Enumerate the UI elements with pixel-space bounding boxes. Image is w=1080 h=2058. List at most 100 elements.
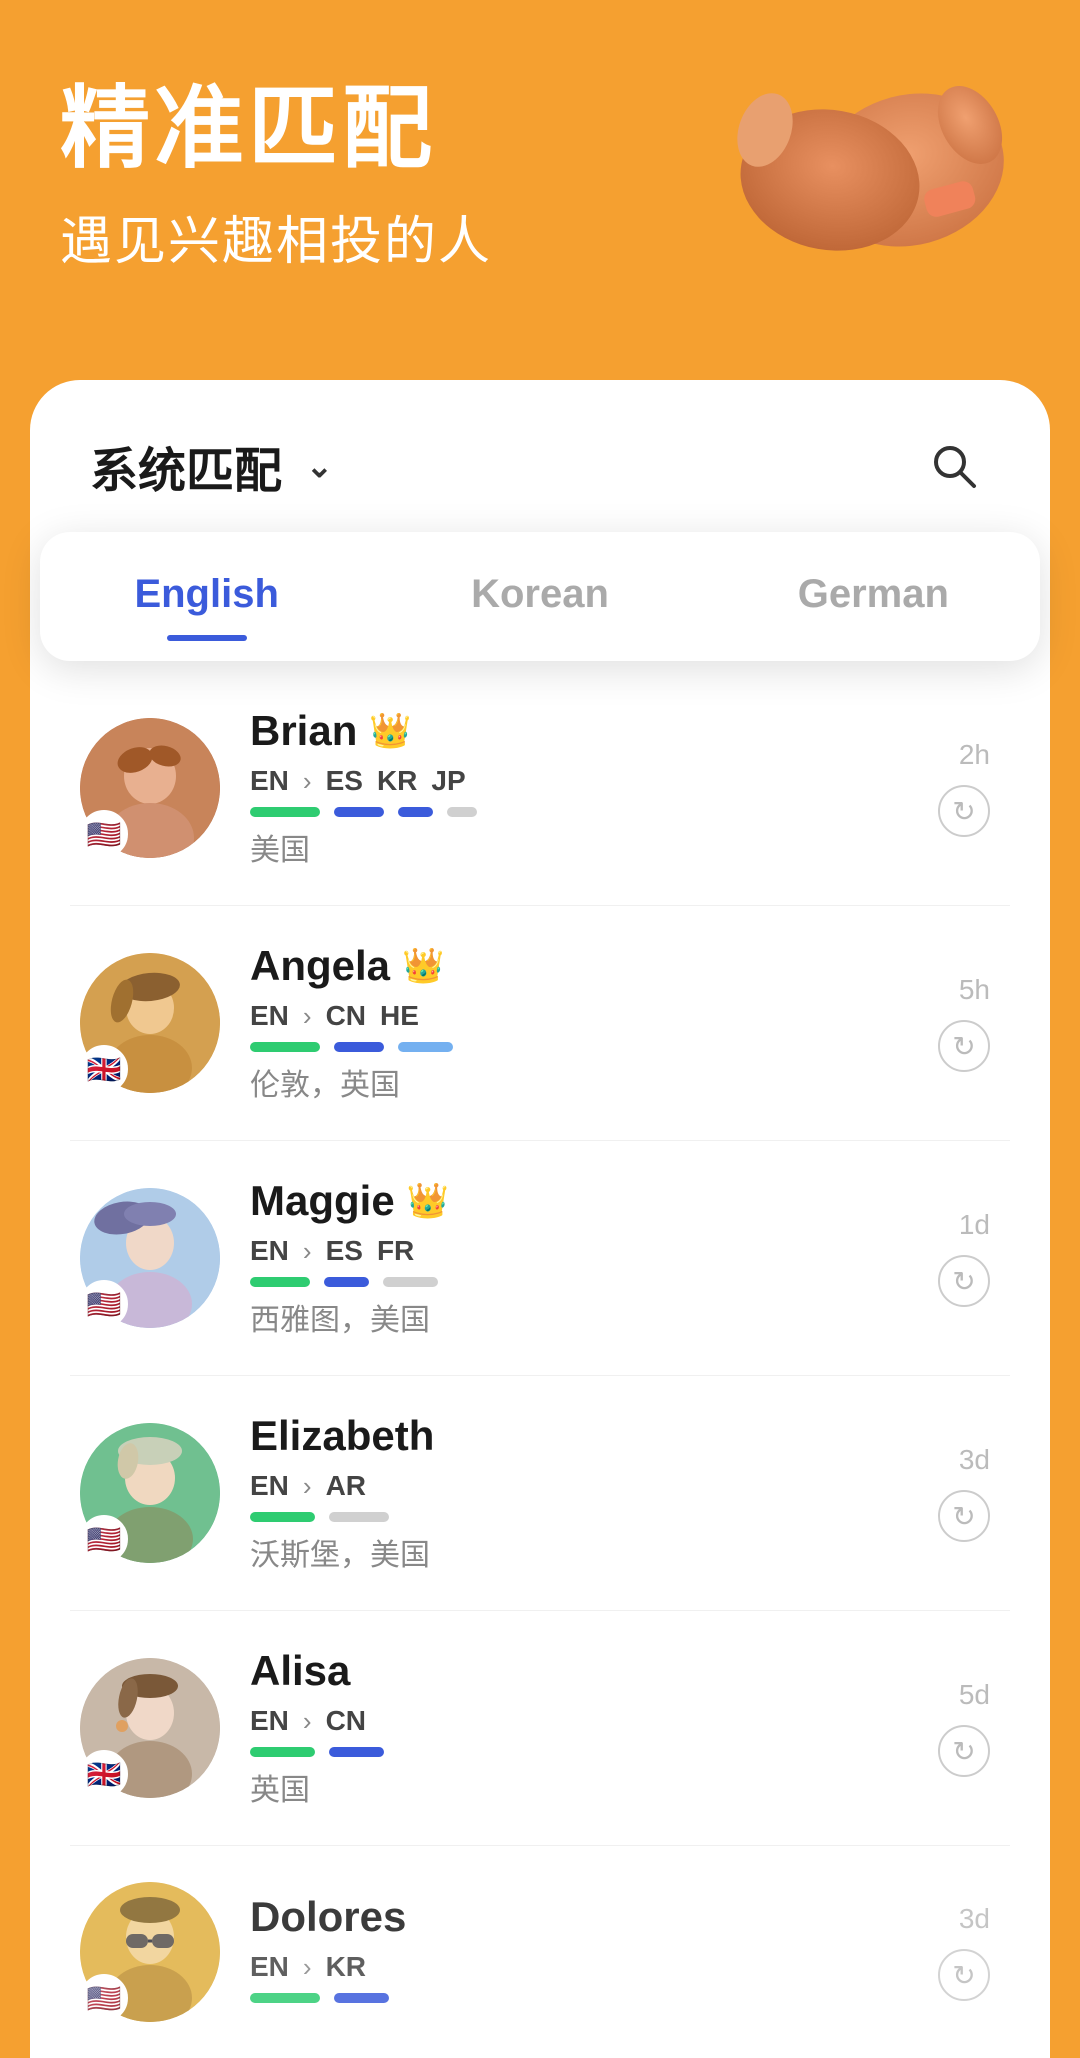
right-col: 3d ↻	[900, 1903, 990, 2001]
time-label: 5h	[959, 974, 990, 1006]
prog-bar-kr	[334, 1993, 389, 2003]
user-name: Angela	[250, 942, 390, 990]
user-info: Angela 👑 EN › CN HE 伦敦，英国	[250, 942, 870, 1104]
user-name: Alisa	[250, 1647, 350, 1695]
user-location: 沃斯堡，美国	[250, 1530, 870, 1574]
user-name-row: Angela 👑	[250, 942, 870, 990]
flag-badge: 🇺🇸	[80, 1280, 128, 1328]
prog-bar-en	[250, 807, 320, 817]
prog-bar-en	[250, 1512, 315, 1522]
user-location: 英国	[250, 1765, 870, 1809]
refresh-icon[interactable]: ↻	[938, 785, 990, 837]
crown-icon: 👑	[407, 1181, 449, 1221]
prog-bar-fr	[383, 1277, 438, 1287]
user-info: Dolores EN › KR	[250, 1893, 870, 2011]
tab-korean[interactable]: Korean	[373, 562, 706, 641]
prog-bar-en	[250, 1993, 320, 2003]
user-name: Maggie	[250, 1177, 395, 1225]
user-location: 伦敦，英国	[250, 1060, 870, 1104]
list-item[interactable]: 🇺🇸 Maggie 👑 EN › ES FR 西雅图，美	[70, 1141, 1010, 1376]
user-name-row: Maggie 👑	[250, 1177, 870, 1225]
flag-badge: 🇺🇸	[80, 1974, 128, 2022]
flag-badge: 🇬🇧	[80, 1750, 128, 1798]
lang-cn: CN	[326, 1000, 366, 1032]
refresh-icon[interactable]: ↻	[938, 1020, 990, 1072]
progress-bars	[250, 1747, 870, 1757]
user-name-row: Dolores	[250, 1893, 870, 1941]
lang-en: EN	[250, 1470, 289, 1502]
arrow-right-icon: ›	[303, 1236, 312, 1267]
time-label: 1d	[959, 1209, 990, 1241]
lang-row: EN › CN	[250, 1705, 870, 1737]
chevron-down-icon[interactable]: ⌄	[306, 447, 333, 485]
list-item[interactable]: 🇬🇧 Alisa EN › CN 英国 5d ↻	[70, 1611, 1010, 1846]
refresh-icon[interactable]: ↻	[938, 1949, 990, 2001]
lang-es: ES	[326, 765, 363, 797]
lang-row: EN › ES FR	[250, 1235, 870, 1267]
user-location: 美国	[250, 825, 870, 869]
lang-en: EN	[250, 1951, 289, 1983]
refresh-icon[interactable]: ↻	[938, 1490, 990, 1542]
lang-jp: JP	[431, 765, 465, 797]
right-col: 1d ↻	[900, 1209, 990, 1307]
search-bar-row: 系统匹配 ⌄	[30, 380, 1050, 532]
time-label: 3d	[959, 1903, 990, 1935]
right-col: 2h ↻	[900, 739, 990, 837]
list-item[interactable]: 🇺🇸 Brian 👑 EN › ES KR JP	[70, 671, 1010, 906]
prog-bar-cn	[329, 1747, 384, 1757]
lang-en: EN	[250, 765, 289, 797]
prog-bar-ar	[329, 1512, 389, 1522]
lang-fr: FR	[377, 1235, 414, 1267]
lang-ar: AR	[326, 1470, 366, 1502]
avatar: 🇬🇧	[80, 953, 220, 1093]
tab-german[interactable]: German	[707, 562, 1040, 641]
prog-bar-en	[250, 1042, 320, 1052]
prog-bar-cn	[334, 1042, 384, 1052]
lang-en: EN	[250, 1000, 289, 1032]
tab-english[interactable]: English	[40, 562, 373, 641]
search-bar-label[interactable]: 系统匹配 ⌄	[90, 431, 333, 501]
refresh-icon[interactable]: ↻	[938, 1255, 990, 1307]
progress-bars	[250, 1277, 870, 1287]
lang-en: EN	[250, 1705, 289, 1737]
flag-badge: 🇺🇸	[80, 1515, 128, 1563]
user-name-row: Alisa	[250, 1647, 870, 1695]
lang-kr: KR	[377, 765, 417, 797]
prog-bar-kr	[398, 807, 433, 817]
lang-es: ES	[326, 1235, 363, 1267]
user-name-row: Elizabeth	[250, 1412, 870, 1460]
user-name-row: Brian 👑	[250, 707, 870, 755]
arrow-right-icon: ›	[303, 1001, 312, 1032]
prog-bar-en	[250, 1747, 315, 1757]
crown-icon: 👑	[402, 946, 444, 986]
user-info: Maggie 👑 EN › ES FR 西雅图，美国	[250, 1177, 870, 1339]
avatar: 🇺🇸	[80, 718, 220, 858]
user-info: Brian 👑 EN › ES KR JP 美国	[250, 707, 870, 869]
right-col: 5h ↻	[900, 974, 990, 1072]
avatar: 🇺🇸	[80, 1188, 220, 1328]
main-card: 系统匹配 ⌄ English Korean German	[30, 380, 1050, 2058]
prog-bar-he	[398, 1042, 453, 1052]
avatar: 🇺🇸	[80, 1882, 220, 2022]
user-name: Dolores	[250, 1893, 406, 1941]
right-col: 5d ↻	[900, 1679, 990, 1777]
list-item[interactable]: 🇺🇸 Elizabeth EN › AR 沃斯堡，美国 3d	[70, 1376, 1010, 1611]
arrow-right-icon: ›	[303, 1706, 312, 1737]
arrow-right-icon: ›	[303, 766, 312, 797]
user-info: Elizabeth EN › AR 沃斯堡，美国	[250, 1412, 870, 1574]
refresh-icon[interactable]: ↻	[938, 1725, 990, 1777]
avatar: 🇺🇸	[80, 1423, 220, 1563]
progress-bars	[250, 807, 870, 817]
lang-row: EN › AR	[250, 1470, 870, 1502]
header-section: 精准匹配 遇见兴趣相投的人	[0, 0, 1080, 380]
list-item[interactable]: 🇺🇸 Dolores EN › KR 3d ↻	[70, 1846, 1010, 2058]
lang-row: EN › ES KR JP	[250, 765, 870, 797]
user-list: 🇺🇸 Brian 👑 EN › ES KR JP	[30, 671, 1050, 2058]
user-info: Alisa EN › CN 英国	[250, 1647, 870, 1809]
prog-bar-es	[334, 807, 384, 817]
list-item[interactable]: 🇬🇧 Angela 👑 EN › CN HE 伦敦，英国	[70, 906, 1010, 1141]
user-name: Brian	[250, 707, 357, 755]
tab-dropdown: English Korean German	[40, 532, 1040, 661]
search-button[interactable]	[918, 430, 990, 502]
time-label: 5d	[959, 1679, 990, 1711]
